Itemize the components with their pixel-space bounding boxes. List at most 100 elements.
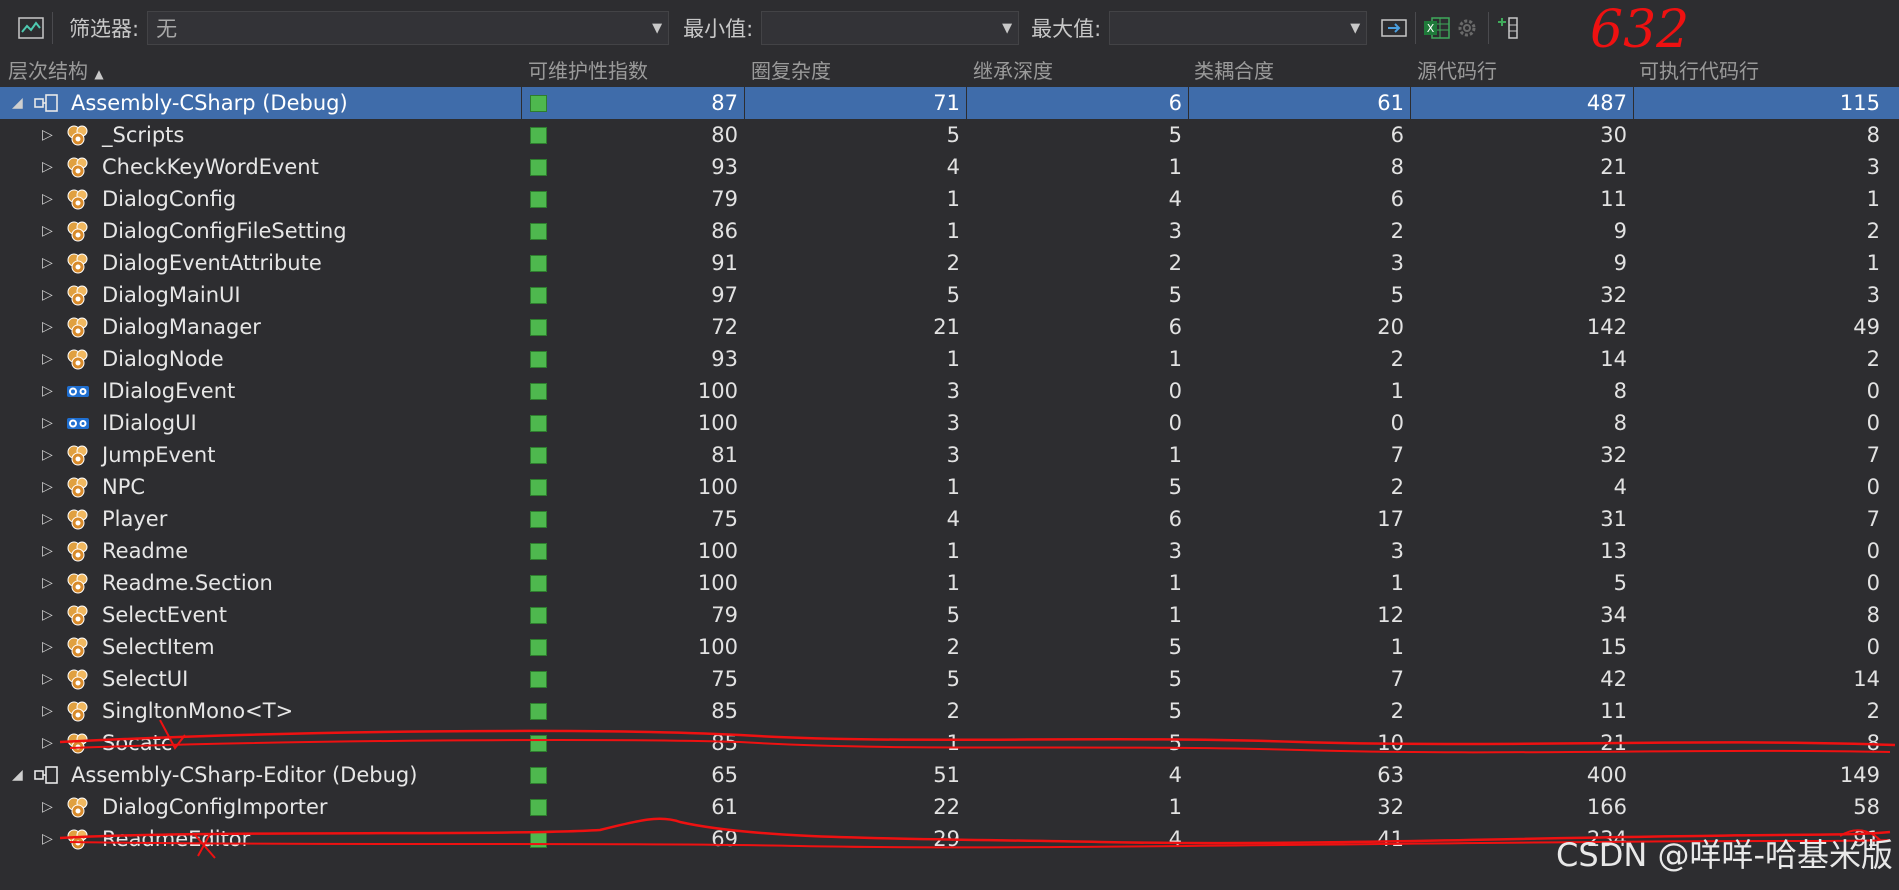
min-value-dropdown[interactable]: ▼ — [761, 11, 1020, 45]
tree-row[interactable]: ▷ Player 75 4 6 17 31 7 — [0, 503, 1899, 535]
expand-arrow-icon[interactable]: ▷ — [42, 439, 53, 471]
row-name: _Scripts — [102, 123, 185, 147]
metric-value: 3 — [946, 379, 960, 403]
expand-arrow-icon[interactable]: ▷ — [42, 279, 53, 311]
expand-arrow-icon[interactable]: ▷ — [42, 791, 53, 823]
column-header-maintainability[interactable]: 可维护性指数 — [528, 56, 648, 86]
metrics-chart-icon[interactable] — [16, 13, 46, 43]
tree-row[interactable]: ▷ SelectItem 100 2 5 1 15 0 — [0, 631, 1899, 663]
tree-row[interactable]: ▷ JumpEvent 81 3 1 7 32 7 — [0, 439, 1899, 471]
column-divider — [1633, 663, 1634, 695]
row-name: CheckKeyWordEvent — [102, 155, 319, 179]
maintainability-status-icon — [530, 383, 547, 400]
tree-row[interactable]: ▷ Readme 100 1 3 3 13 0 — [0, 535, 1899, 567]
metric-value: 100 — [697, 411, 738, 435]
max-value-dropdown[interactable]: ▼ — [1109, 11, 1368, 45]
metric-value: 34 — [1600, 603, 1627, 627]
apply-filter-icon[interactable] — [1379, 13, 1409, 43]
column-divider — [521, 279, 522, 311]
expand-arrow-icon[interactable]: ▷ — [42, 311, 53, 343]
expand-arrow-icon[interactable]: ▷ — [42, 471, 53, 503]
metric-value: 7 — [1390, 667, 1404, 691]
expand-arrow-icon[interactable]: ▷ — [42, 151, 53, 183]
expand-arrow-icon[interactable]: ▷ — [42, 183, 53, 215]
class-icon — [67, 701, 88, 722]
tree-row[interactable]: ▷ _Scripts 80 5 5 6 30 8 — [0, 119, 1899, 151]
filter-dropdown[interactable]: 无 ▼ — [147, 11, 670, 45]
tree-row[interactable]: ▷ DialogNode 93 1 1 2 14 2 — [0, 343, 1899, 375]
column-divider — [1188, 311, 1189, 343]
expand-arrow-icon[interactable]: ▷ — [42, 215, 53, 247]
expand-arrow-icon[interactable]: ▷ — [42, 599, 53, 631]
expand-arrow-icon[interactable]: ▷ — [42, 503, 53, 535]
expand-arrow-icon[interactable]: ▷ — [42, 247, 53, 279]
tree-row[interactable]: ▷ Readme.Section 100 1 1 1 5 0 — [0, 567, 1899, 599]
expand-arrow-icon[interactable]: ▷ — [42, 343, 53, 375]
column-divider — [1410, 503, 1411, 535]
tree-row[interactable]: ▷ IDialogEvent 100 3 0 1 8 0 — [0, 375, 1899, 407]
metric-value: 5 — [946, 283, 960, 307]
expand-arrow-icon[interactable]: ▷ — [42, 695, 53, 727]
column-header-source-lines[interactable]: 源代码行 — [1417, 56, 1497, 86]
column-divider — [1188, 183, 1189, 215]
maintainability-status-icon — [530, 223, 547, 240]
column-header-cyclomatic[interactable]: 圈复杂度 — [751, 56, 831, 86]
tree-row[interactable]: ▷ DialogConfigFileSetting 86 1 3 2 9 2 — [0, 215, 1899, 247]
column-header-executable-lines[interactable]: 可执行代码行 — [1639, 56, 1759, 86]
csdn-watermark: CSDN @咩咩-哈基米版 — [1556, 836, 1893, 874]
expand-arrow-icon[interactable]: ▷ — [42, 407, 53, 439]
tree-row[interactable]: ▷ Socatc 85 1 5 10 21 8 — [0, 727, 1899, 759]
interface-icon — [67, 418, 89, 429]
column-divider — [1188, 631, 1189, 663]
column-divider — [521, 503, 522, 535]
metric-value: 6 — [1168, 315, 1182, 339]
add-column-icon[interactable] — [1495, 13, 1525, 43]
column-divider — [744, 151, 745, 183]
column-divider — [744, 183, 745, 215]
metric-value: 100 — [697, 379, 738, 403]
tree-row[interactable]: ▷ DialogManager 72 21 6 20 142 49 — [0, 311, 1899, 343]
expand-arrow-icon[interactable]: ▷ — [42, 823, 53, 855]
expand-arrow-icon[interactable]: ▷ — [42, 535, 53, 567]
tree-row[interactable]: ◢ Assembly-CSharp (Debug) 87 71 6 61 487 115 — [0, 87, 1899, 119]
class-icon — [67, 509, 88, 530]
metric-value: 115 — [1839, 91, 1880, 115]
expand-arrow-icon[interactable]: ▷ — [42, 631, 53, 663]
tree-row[interactable]: ▷ DialogMainUI 97 5 5 5 32 3 — [0, 279, 1899, 311]
column-divider — [744, 439, 745, 471]
metric-value: 0 — [1168, 379, 1182, 403]
collapse-arrow-icon[interactable]: ◢ — [12, 759, 23, 791]
metric-value: 32 — [1600, 283, 1627, 307]
tree-row[interactable]: ◢ Assembly-CSharp-Editor (Debug) 65 51 4 63 40… — [0, 759, 1899, 791]
expand-arrow-icon[interactable]: ▷ — [42, 119, 53, 151]
tree-row[interactable]: ▷ DialogConfig 79 1 4 6 11 1 — [0, 183, 1899, 215]
tree-row[interactable]: ▷ SelectUI 75 5 5 7 42 14 — [0, 663, 1899, 695]
column-divider — [1633, 503, 1634, 535]
excel-export-icon[interactable]: X — [1422, 13, 1452, 43]
column-divider — [744, 791, 745, 823]
expand-arrow-icon[interactable]: ▷ — [42, 567, 53, 599]
column-header-coupling[interactable]: 类耦合度 — [1194, 56, 1274, 86]
expand-arrow-icon[interactable]: ▷ — [42, 727, 53, 759]
column-header-hierarchy[interactable]: 层次结构 ▲ — [8, 56, 104, 86]
tree-row[interactable]: ▷ DialogEventAttribute 91 2 2 3 9 1 — [0, 247, 1899, 279]
metric-value: 2 — [1390, 219, 1404, 243]
tree-row[interactable]: ▷ IDialogUI 100 3 0 0 8 0 — [0, 407, 1899, 439]
metric-value: 2 — [1866, 219, 1880, 243]
tree-row[interactable]: ▷ SingltonMono<T> 85 2 5 2 11 2 — [0, 695, 1899, 727]
metric-value: 0 — [1866, 539, 1880, 563]
column-divider — [744, 567, 745, 599]
tree-row[interactable]: ▷ CheckKeyWordEvent 93 4 1 8 21 3 — [0, 151, 1899, 183]
tree-row[interactable]: ▷ DialogConfigImporter 61 22 1 32 166 58 — [0, 791, 1899, 823]
column-divider — [966, 375, 967, 407]
expand-arrow-icon[interactable]: ▷ — [42, 663, 53, 695]
metric-value: 85 — [711, 731, 738, 755]
tree-row[interactable]: ▷ SelectEvent 79 5 1 12 34 8 — [0, 599, 1899, 631]
settings-icon[interactable] — [1452, 13, 1482, 43]
expand-arrow-icon[interactable]: ▷ — [42, 375, 53, 407]
collapse-arrow-icon[interactable]: ◢ — [12, 87, 23, 119]
column-header-inheritance[interactable]: 继承深度 — [973, 56, 1053, 86]
metric-value: 4 — [946, 507, 960, 531]
tree-row[interactable]: ▷ NPC 100 1 5 2 4 0 — [0, 471, 1899, 503]
column-divider — [744, 279, 745, 311]
